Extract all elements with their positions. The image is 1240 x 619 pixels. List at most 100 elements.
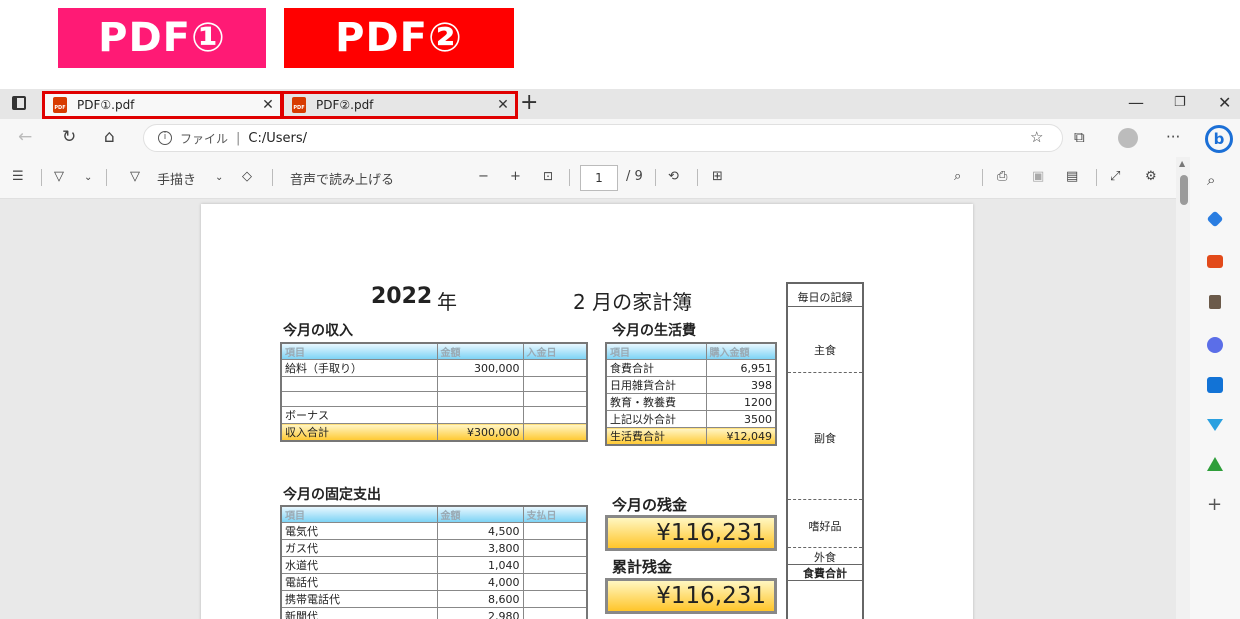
table-cell: 上記以外合計: [605, 410, 707, 428]
table-cell: 1,040: [436, 556, 524, 574]
tab-actions-icon[interactable]: [12, 96, 26, 110]
edge-sidebar: ⌕ +: [1190, 157, 1240, 619]
vertical-scrollbar[interactable]: ▲: [1176, 157, 1190, 619]
table-cell: 収入合計: [280, 423, 438, 442]
table-cell: 6,951: [705, 359, 777, 377]
restore-icon[interactable]: ❐: [1174, 95, 1186, 110]
table-cell: 2,980: [436, 607, 524, 619]
table-cell: [522, 376, 588, 392]
table-row: 電話代 4,000: [280, 573, 588, 591]
table-cell: 1200: [705, 393, 777, 411]
daily-title: 毎日の記録: [797, 291, 853, 304]
page-number-input[interactable]: 1: [580, 165, 618, 191]
tools-icon[interactable]: [1207, 255, 1223, 268]
settings-icon[interactable]: ⚙: [1145, 169, 1157, 184]
close-icon[interactable]: ✕: [256, 97, 280, 113]
scroll-up-icon[interactable]: ▲: [1179, 159, 1185, 168]
favorite-add-icon[interactable]: ☆: [1030, 128, 1043, 146]
microsoft365-icon[interactable]: [1207, 337, 1223, 353]
scheme-label: ファイル: [180, 131, 229, 146]
draw-button[interactable]: 手描き: [157, 169, 196, 188]
games-icon[interactable]: [1209, 295, 1221, 309]
save-icon[interactable]: ▣: [1032, 169, 1044, 184]
table-cell: [436, 376, 524, 392]
chevron-down-icon[interactable]: ⌄: [84, 172, 92, 183]
table-cell: 8,600: [436, 590, 524, 608]
zoom-in-icon[interactable]: +: [510, 169, 521, 184]
daily-staple: 主食: [814, 344, 836, 357]
daily-side: 副食: [814, 432, 836, 445]
doc-year-unit: 年: [437, 290, 457, 314]
table-cell: 4,500: [436, 522, 524, 540]
table-cell: ¥300,000: [436, 423, 524, 442]
back-icon[interactable]: ←: [18, 127, 32, 147]
bing-copilot-icon[interactable]: b: [1205, 125, 1233, 153]
doc-year: 2022: [371, 284, 433, 309]
tab-pdf2[interactable]: PDF PDF②.pdf ✕: [282, 91, 518, 119]
close-window-icon[interactable]: ✕: [1218, 93, 1231, 112]
tab-pdf1[interactable]: PDF PDF①.pdf ✕: [42, 91, 282, 119]
table-row: ボーナス: [280, 406, 588, 424]
outlook-icon[interactable]: [1207, 377, 1223, 393]
shopping-tag-icon[interactable]: [1206, 210, 1224, 228]
fullscreen-icon[interactable]: ⤢: [1110, 169, 1120, 184]
new-tab-button[interactable]: +: [520, 92, 538, 114]
daily-eating-out: 外食: [814, 551, 836, 564]
table-cell: [522, 359, 588, 377]
divider: [788, 580, 862, 581]
address-bar: ← ↻ ⌂ i ファイル | C:/Users/ ☆ ⧉ ··· b: [0, 119, 1240, 157]
tab-strip: PDF PDF①.pdf ✕ PDF PDF②.pdf ✕ + — ❐ ✕: [0, 89, 1240, 119]
print-icon[interactable]: ⎙: [997, 169, 1007, 184]
divider: [106, 169, 107, 186]
daily-food-total: 食費合計: [803, 567, 847, 580]
pdf-page: 2022 年 2 月の家計簿 今月の収入 項目 金額 入金日 給料（手取り） 3…: [201, 204, 973, 619]
table-cell: [522, 556, 588, 574]
table-cell: 電話代: [280, 573, 438, 591]
table-row: 新聞代 2,980: [280, 607, 588, 619]
table-header: 金額: [436, 342, 524, 360]
tree-icon[interactable]: [1207, 457, 1223, 471]
more-icon[interactable]: ···: [1166, 128, 1180, 146]
collections-icon[interactable]: ⧉: [1074, 128, 1085, 146]
avatar[interactable]: [1118, 128, 1138, 148]
table-cell: [522, 539, 588, 557]
info-icon[interactable]: i: [158, 131, 172, 145]
table-header: 支払日: [522, 505, 588, 523]
contents-icon[interactable]: ☰: [12, 169, 24, 184]
refresh-icon[interactable]: ↻: [62, 127, 76, 147]
table-cell: 3500: [705, 410, 777, 428]
tab-title: PDF①.pdf: [77, 98, 135, 112]
table-row: ガス代 3,800: [280, 539, 588, 557]
send-icon[interactable]: [1207, 419, 1223, 431]
table-cell: 新聞代: [280, 607, 438, 619]
table-cell: 水道代: [280, 556, 438, 574]
chevron-down-icon[interactable]: ⌄: [215, 172, 223, 183]
search-icon[interactable]: ⌕: [954, 169, 961, 184]
fit-width-icon[interactable]: ⊡: [543, 169, 553, 183]
living-title: 今月の生活費: [612, 323, 696, 339]
add-icon[interactable]: +: [1207, 496, 1223, 514]
pdf-viewer[interactable]: 2022 年 2 月の家計簿 今月の収入 項目 金額 入金日 給料（手取り） 3…: [0, 199, 1186, 619]
draw-icon[interactable]: ▽: [130, 169, 140, 184]
scroll-thumb[interactable]: [1180, 175, 1188, 205]
rotate-icon[interactable]: ⟲: [668, 169, 679, 184]
page-view-icon[interactable]: ⊞: [712, 169, 723, 184]
home-icon[interactable]: ⌂: [104, 127, 115, 147]
divider: [788, 499, 862, 500]
minimize-icon[interactable]: —: [1128, 93, 1144, 112]
table-cell: [280, 376, 438, 392]
zoom-out-icon[interactable]: −: [478, 169, 489, 184]
search-icon[interactable]: ⌕: [1207, 171, 1223, 189]
divider: [272, 169, 273, 186]
table-header: 金額: [436, 505, 524, 523]
close-icon[interactable]: ✕: [491, 97, 515, 113]
table-row: 電気代 4,500: [280, 522, 588, 540]
save-as-icon[interactable]: ▤: [1066, 169, 1078, 184]
cumulative-value: ¥116,231: [605, 578, 777, 614]
read-aloud-button[interactable]: 音声で読み上げる: [290, 169, 394, 188]
eraser-icon[interactable]: ◇: [242, 169, 252, 184]
highlight-icon[interactable]: ▽: [54, 169, 64, 184]
table-cell: 生活費合計: [605, 427, 707, 446]
table-cell: 給料（手取り）: [280, 359, 438, 377]
url-input[interactable]: i ファイル | C:/Users/: [143, 124, 1063, 152]
